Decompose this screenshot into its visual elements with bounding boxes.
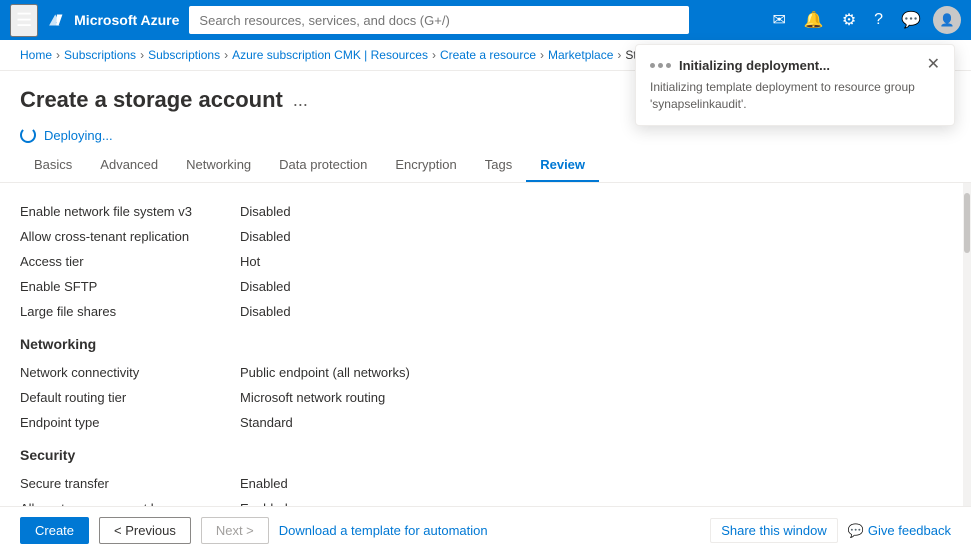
tabs: Basics Advanced Networking Data protecti… (0, 149, 971, 183)
row-routing-tier: Default routing tier Microsoft network r… (20, 385, 943, 410)
label-network-connectivity: Network connectivity (20, 365, 240, 380)
page-title: Create a storage account (20, 87, 283, 113)
notification-dots (650, 63, 671, 68)
value-endpoint-type: Standard (240, 415, 293, 430)
azure-logo-icon (48, 10, 68, 30)
footer: Create < Previous Next > Download a temp… (0, 506, 971, 554)
dot-1 (650, 63, 655, 68)
label-nfs: Enable network file system v3 (20, 204, 240, 219)
label-sftp: Enable SFTP (20, 279, 240, 294)
notification-body: Initializing template deployment to reso… (650, 79, 940, 113)
label-endpoint-type: Endpoint type (20, 415, 240, 430)
tab-review[interactable]: Review (526, 149, 599, 182)
download-template-link[interactable]: Download a template for automation (279, 523, 488, 538)
value-access-tier: Hot (240, 254, 260, 269)
feedback-icon: 💬 (848, 523, 864, 539)
row-nfs: Enable network file system v3 Disabled (20, 199, 943, 224)
previous-button[interactable]: < Previous (99, 517, 191, 544)
breadcrumb-cmk[interactable]: Azure subscription CMK | Resources (232, 48, 428, 62)
deploying-label: Deploying... (44, 128, 113, 143)
label-secure-transfer: Secure transfer (20, 476, 240, 491)
value-network-connectivity: Public endpoint (all networks) (240, 365, 410, 380)
azure-logo: Microsoft Azure (48, 10, 179, 30)
search-input[interactable] (189, 6, 689, 34)
breadcrumb-sep-6: › (617, 48, 621, 62)
content-area: Enable network file system v3 Disabled A… (0, 183, 971, 537)
breadcrumb-sep-3: › (224, 48, 228, 62)
create-button[interactable]: Create (20, 517, 89, 544)
row-secure-transfer: Secure transfer Enabled (20, 471, 943, 496)
help-button[interactable]: ? (868, 7, 889, 33)
logo-text: Microsoft Azure (74, 12, 179, 28)
breadcrumb-sep-4: › (432, 48, 436, 62)
breadcrumb-sep-1: › (56, 48, 60, 62)
page-dots-menu[interactable]: ... (293, 90, 308, 111)
notification-popup: Initializing deployment... ✕ Initializin… (635, 44, 955, 126)
section-networking: Networking Network connectivity Public e… (20, 336, 943, 435)
value-large-file: Disabled (240, 304, 291, 319)
breadcrumb-sep-5: › (540, 48, 544, 62)
breadcrumb-create-resource[interactable]: Create a resource (440, 48, 536, 62)
mail-button[interactable]: ✉ (767, 6, 792, 34)
feedback-icon-button[interactable]: 💬 (895, 6, 927, 34)
row-sftp: Enable SFTP Disabled (20, 274, 943, 299)
hamburger-button[interactable]: ☰ (10, 4, 38, 37)
value-sftp: Disabled (240, 279, 291, 294)
breadcrumb-subscriptions-2[interactable]: Subscriptions (148, 48, 220, 62)
tab-basics[interactable]: Basics (20, 149, 86, 182)
next-button: Next > (201, 517, 269, 544)
topbar: ☰ Microsoft Azure ✉ 🔔 ⚙ ? 💬 👤 (0, 0, 971, 40)
value-nfs: Disabled (240, 204, 291, 219)
label-large-file: Large file shares (20, 304, 240, 319)
notification-title-row: Initializing deployment... (650, 58, 830, 73)
share-window-button[interactable]: Share this window (710, 518, 838, 543)
scrollbar[interactable] (963, 183, 971, 537)
tab-networking[interactable]: Networking (172, 149, 265, 182)
notification-button[interactable]: 🔔 (798, 6, 830, 34)
row-access-tier: Access tier Hot (20, 249, 943, 274)
label-access-tier: Access tier (20, 254, 240, 269)
value-cross-tenant: Disabled (240, 229, 291, 244)
scrollbar-track (963, 193, 971, 547)
breadcrumb-sep-2: › (140, 48, 144, 62)
row-network-connectivity: Network connectivity Public endpoint (al… (20, 360, 943, 385)
notification-title: Initializing deployment... (679, 58, 830, 73)
breadcrumb-marketplace[interactable]: Marketplace (548, 48, 613, 62)
avatar[interactable]: 👤 (933, 6, 961, 34)
networking-section-title: Networking (20, 336, 943, 352)
tab-advanced[interactable]: Advanced (86, 149, 172, 182)
give-feedback-button[interactable]: 💬 Give feedback (848, 523, 951, 539)
topbar-icons: ✉ 🔔 ⚙ ? 💬 👤 (767, 6, 962, 34)
settings-button[interactable]: ⚙ (836, 6, 862, 34)
feedback-label: Give feedback (868, 523, 951, 538)
deploying-spinner-icon (20, 127, 36, 143)
dot-2 (658, 63, 663, 68)
row-large-file: Large file shares Disabled (20, 299, 943, 324)
value-routing-tier: Microsoft network routing (240, 390, 385, 405)
row-endpoint-type: Endpoint type Standard (20, 410, 943, 435)
breadcrumb-subscriptions-1[interactable]: Subscriptions (64, 48, 136, 62)
tab-tags[interactable]: Tags (471, 149, 526, 182)
security-section-title: Security (20, 447, 943, 463)
value-secure-transfer: Enabled (240, 476, 288, 491)
dot-3 (666, 63, 671, 68)
content-main: Enable network file system v3 Disabled A… (0, 183, 963, 537)
notification-close-button[interactable]: ✕ (927, 57, 940, 73)
notification-header: Initializing deployment... ✕ (650, 57, 940, 73)
scrollbar-thumb[interactable] (964, 193, 970, 253)
breadcrumb-home[interactable]: Home (20, 48, 52, 62)
tab-data-protection[interactable]: Data protection (265, 149, 381, 182)
main-container: Create a storage account ... Deploying..… (0, 71, 971, 551)
section-advanced: Enable network file system v3 Disabled A… (20, 199, 943, 324)
label-cross-tenant: Allow cross-tenant replication (20, 229, 240, 244)
tab-encryption[interactable]: Encryption (381, 149, 470, 182)
row-cross-tenant: Allow cross-tenant replication Disabled (20, 224, 943, 249)
label-routing-tier: Default routing tier (20, 390, 240, 405)
